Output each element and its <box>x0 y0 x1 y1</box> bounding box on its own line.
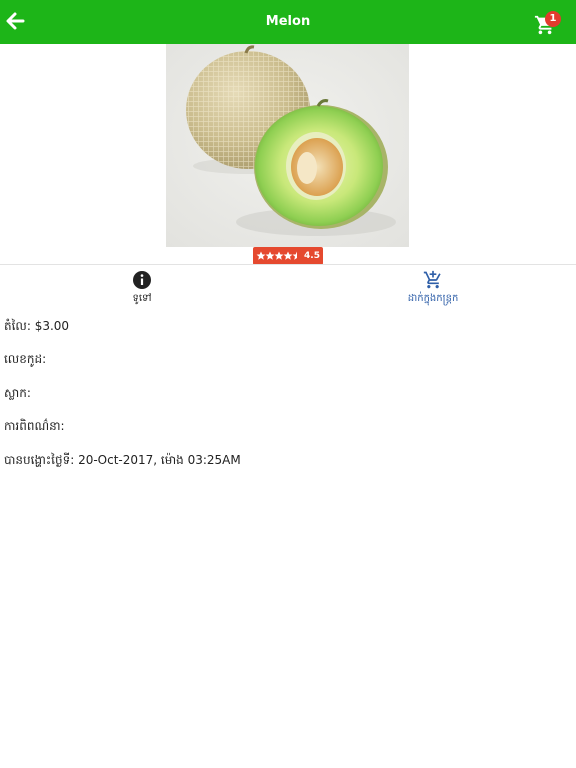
description-text: ការពិពណ៌នា: <box>4 419 65 433</box>
add-to-cart-label: ដាក់ក្នុងកន្ត្រក <box>407 293 459 304</box>
price-text: តំលៃ: $3.00 <box>4 319 70 333</box>
star-rating-icon <box>256 251 298 260</box>
add-cart-icon <box>423 270 441 289</box>
rating-value: 4.5 <box>304 251 320 261</box>
info-circle-icon <box>133 271 151 289</box>
cart-count-badge: 1 <box>545 11 561 27</box>
top-app-bar: Melon 1 <box>0 0 576 44</box>
divider <box>0 264 576 265</box>
posted-date-text: បានបង្ហោះថ្ងៃទី: 20-Oct-2017, ម៉ោង 03:25… <box>4 453 241 467</box>
detail-button[interactable]: ទូទៅ <box>112 270 172 306</box>
brand-text: ស្លាក: <box>4 386 31 400</box>
rating-badge: 4.5 <box>253 247 323 265</box>
detail-label: ទូទៅ <box>132 293 152 304</box>
page-title: Melon <box>265 14 311 29</box>
product-image <box>166 44 409 247</box>
code-text: លេខកូដ: <box>4 352 47 366</box>
add-to-cart-button[interactable]: ដាក់ក្នុងកន្ត្រក <box>388 270 478 306</box>
